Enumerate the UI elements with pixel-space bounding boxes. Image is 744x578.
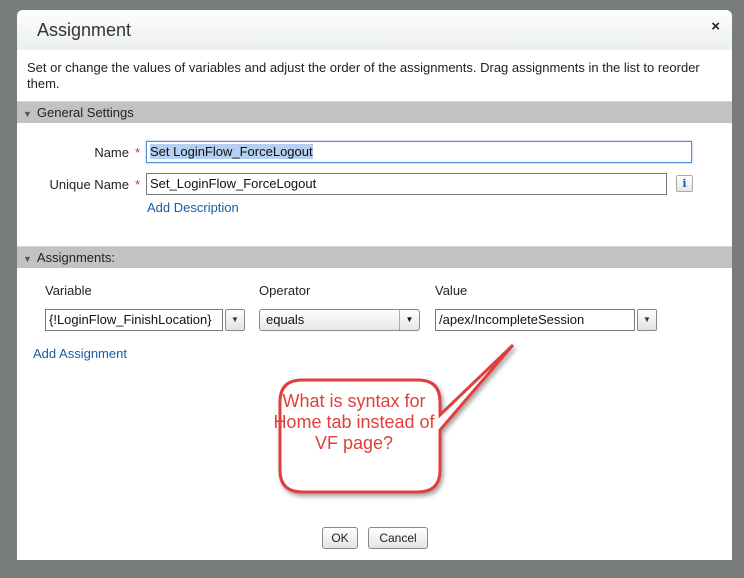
callout-bubble: [278, 343, 515, 494]
callout-text: What is syntax for Home tab instead of V…: [273, 391, 435, 453]
